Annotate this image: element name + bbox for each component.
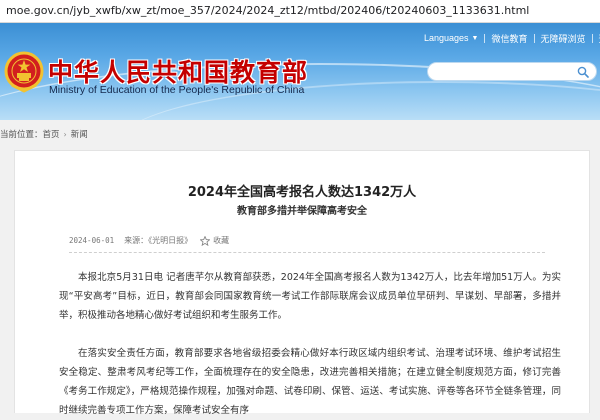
search-input[interactable] [436, 65, 566, 78]
site-name-en: Ministry of Education of the People's Re… [49, 84, 305, 96]
search-box [427, 62, 597, 81]
accessibility-link[interactable]: 无障碍浏览 [541, 32, 586, 45]
nav-divider [591, 33, 593, 43]
breadcrumb: 当前位置： 首页 › 新闻 [0, 127, 88, 141]
languages-label: Languages [424, 33, 469, 43]
article-title: 2024年全国高考报名人数达1342万人 [187, 185, 417, 200]
article-paragraph: 在落实安全责任方面，教育部要求各地省级招委会精心做好本行政区域内组织考试、治理考… [59, 348, 561, 416]
article-source: 来源：《光明日报》 [124, 236, 193, 245]
national-emblem-icon[interactable] [4, 51, 44, 95]
address-bar[interactable]: moe.gov.cn/jyb_xwfb/xw_zt/moe_357/2024/2… [0, 0, 600, 23]
meta-divider [69, 252, 545, 253]
breadcrumb-label: 当前位置： [0, 130, 43, 140]
breadcrumb-news-link[interactable]: 新闻 [71, 128, 88, 140]
article-card: 2024年全国高考报名人数达1342万人 教育部多措并举保障高考安全 2024-… [14, 150, 590, 416]
wechat-link[interactable]: 微信教育 [491, 32, 527, 45]
article-body: 本报北京5月31日电 记者唐芊尔从教育部获悉，2024年全国高考报名人数为134… [59, 268, 561, 420]
nav-divider [484, 33, 486, 43]
article-subtitle: 教育部多措并举保障高考安全 [237, 206, 367, 217]
article-meta: 2024-06-01 来源：《光明日报》 收藏 [69, 235, 229, 246]
chevron-down-icon: ▼ [471, 34, 479, 42]
nav-divider [533, 33, 535, 43]
article-paragraph: 本报北京5月31日电 记者唐芊尔从教育部获悉，2024年全国高考报名人数为134… [59, 272, 561, 321]
top-nav: Languages ▼ 微信教育 无障碍浏览 登录 注册 [424, 30, 600, 46]
search-icon[interactable] [577, 66, 589, 78]
url-text[interactable]: moe.gov.cn/jyb_xwfb/xw_zt/moe_357/2024/2… [6, 0, 529, 22]
chevron-right-icon: › [63, 129, 67, 139]
favorite-button[interactable]: 收藏 [213, 235, 229, 246]
breadcrumb-home-link[interactable]: 首页 [43, 128, 60, 140]
site-header: 中华人民共和国教育部 Ministry of Education of the … [0, 23, 600, 120]
publish-date: 2024-06-01 [69, 236, 115, 245]
languages-dropdown[interactable]: Languages ▼ [424, 33, 478, 43]
star-icon[interactable] [200, 235, 211, 246]
